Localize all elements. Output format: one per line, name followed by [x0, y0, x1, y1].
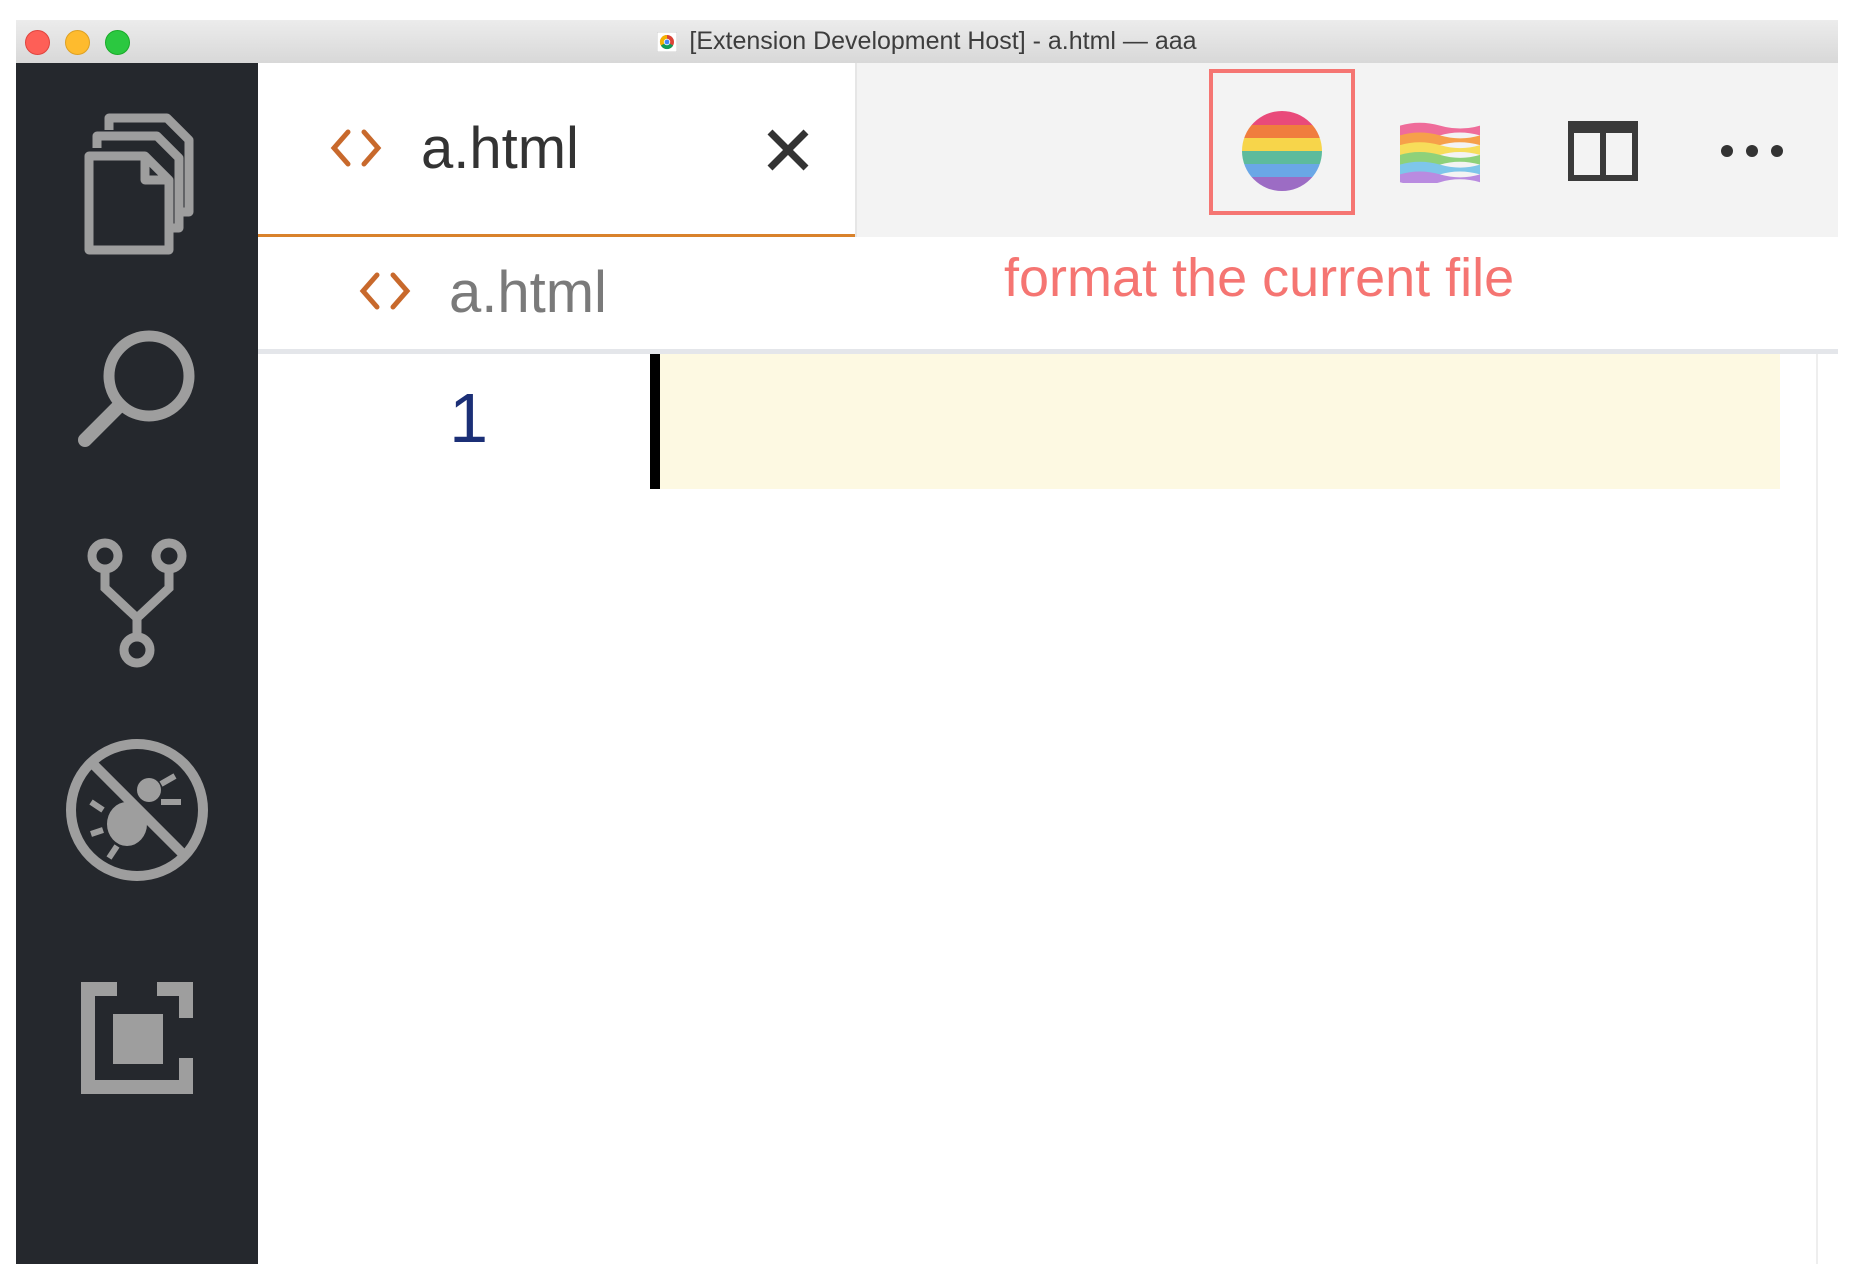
tab-label: a.html [421, 116, 579, 181]
html-file-icon [359, 272, 411, 310]
split-editor-button[interactable] [1563, 111, 1643, 191]
files-icon[interactable] [57, 100, 217, 260]
source-control-icon[interactable] [57, 518, 217, 678]
minimap [1780, 354, 1816, 1264]
activity-bar [16, 63, 258, 1264]
search-icon[interactable] [57, 308, 217, 468]
line-number: 1 [449, 379, 488, 457]
more-actions-button[interactable] [1712, 111, 1792, 191]
split-editor-icon [1568, 121, 1638, 181]
close-icon[interactable] [765, 127, 811, 173]
rainbow-flag-icon [1400, 122, 1480, 183]
rainbow-flag-button[interactable] [1400, 111, 1480, 191]
current-line-highlight [650, 354, 1780, 489]
debug-disabled-icon[interactable] [57, 730, 217, 890]
chrome-icon [657, 31, 678, 52]
text-cursor [650, 354, 660, 489]
breadcrumb: a.html format the current file [258, 237, 1838, 354]
title-container: [Extension Development Host] - a.html — … [16, 20, 1838, 63]
app-window: [Extension Development Host] - a.html — … [16, 20, 1838, 1264]
extensions-icon[interactable] [57, 958, 217, 1118]
tab-bar: a.html [258, 63, 1838, 237]
tab-a-html[interactable]: a.html [258, 63, 857, 237]
editor-area: a.html a.html format the current file 1 [258, 63, 1838, 1264]
html-file-icon [330, 129, 382, 167]
code-editor[interactable]: 1 [258, 354, 1838, 1264]
annotation-label: format the current file [1004, 248, 1515, 308]
rainbow-circle-icon [1242, 111, 1322, 191]
scrollbar-track[interactable] [1816, 354, 1818, 1264]
breadcrumb-file[interactable]: a.html [449, 259, 607, 326]
window-title: [Extension Development Host] - a.html — … [689, 27, 1197, 55]
title-bar: [Extension Development Host] - a.html — … [16, 20, 1838, 64]
format-file-button[interactable] [1242, 111, 1322, 191]
more-actions-icon [1721, 145, 1783, 157]
